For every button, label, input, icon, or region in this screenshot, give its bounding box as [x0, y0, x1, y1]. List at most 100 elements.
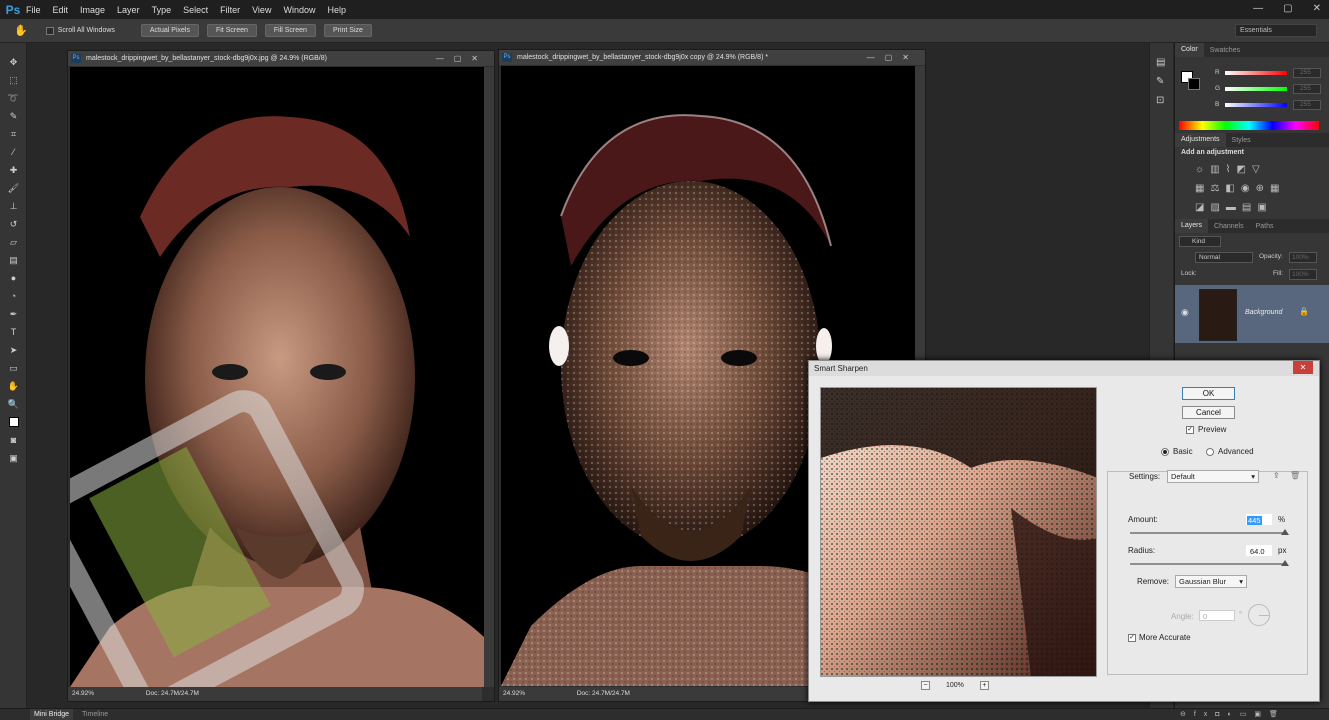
- quick-select-tool-icon[interactable]: ✎: [0, 107, 27, 125]
- radius-slider-knob[interactable]: [1281, 560, 1289, 566]
- marquee-tool-icon[interactable]: ⬚: [0, 71, 27, 89]
- zoom-tool-icon[interactable]: 🔍: [0, 395, 27, 413]
- invert-icon[interactable]: ◪: [1195, 202, 1210, 213]
- move-tool-icon[interactable]: ✥: [0, 53, 27, 71]
- workspace-select[interactable]: Essentials: [1235, 24, 1317, 37]
- hue-sat-icon[interactable]: ▦: [1195, 183, 1210, 194]
- crop-tool-icon[interactable]: ⌗: [0, 125, 27, 143]
- tab-swatches[interactable]: Swatches: [1204, 47, 1246, 54]
- menu-filter[interactable]: Filter: [220, 5, 240, 15]
- amount-slider-knob[interactable]: [1281, 529, 1289, 535]
- layer-thumbnail[interactable]: [1199, 289, 1237, 341]
- menu-view[interactable]: View: [252, 5, 271, 15]
- bw-icon[interactable]: ◧: [1225, 183, 1240, 194]
- photo-filter-icon[interactable]: ◉: [1241, 183, 1256, 194]
- shape-tool-icon[interactable]: ▭: [0, 359, 27, 377]
- maximize-button[interactable]: ▢: [1283, 3, 1292, 14]
- eraser-tool-icon[interactable]: ▱: [0, 233, 27, 251]
- menu-select[interactable]: Select: [183, 5, 208, 15]
- channel-value-field[interactable]: 255: [1293, 68, 1321, 78]
- cancel-button[interactable]: Cancel: [1182, 406, 1235, 419]
- tab-color[interactable]: Color: [1175, 43, 1204, 57]
- dodge-tool-icon[interactable]: ◔: [0, 287, 27, 305]
- menu-help[interactable]: Help: [327, 5, 346, 15]
- actual-pixels-button[interactable]: Actual Pixels: [140, 24, 199, 37]
- preview-checkbox[interactable]: ✓: [1186, 426, 1194, 434]
- hand-tool-icon[interactable]: ✋: [0, 377, 27, 395]
- zoom-in-button[interactable]: +: [979, 681, 989, 690]
- eyedropper-tool-icon[interactable]: ⁄: [0, 143, 27, 161]
- blend-mode-select[interactable]: Normal: [1195, 252, 1253, 263]
- menu-file[interactable]: File: [26, 5, 41, 15]
- color-swatch-icon[interactable]: [0, 413, 27, 431]
- gradient-tool-icon[interactable]: ▤: [0, 251, 27, 269]
- stamp-tool-icon[interactable]: ⊥: [0, 197, 27, 215]
- screen-mode-icon[interactable]: ▣: [0, 449, 27, 467]
- tab-layers[interactable]: Layers: [1175, 219, 1209, 233]
- document-tab-original[interactable]: Ps malestock_drippingwet_by_bellastanyer…: [68, 51, 494, 66]
- menu-image[interactable]: Image: [80, 5, 105, 15]
- ok-button[interactable]: OK: [1182, 387, 1235, 400]
- pen-tool-icon[interactable]: ✒: [0, 305, 27, 323]
- clone-panel-icon[interactable]: ⊡: [1156, 95, 1173, 106]
- channel-value-field[interactable]: 255: [1293, 84, 1321, 94]
- brush-tool-icon[interactable]: 🖌: [0, 179, 27, 197]
- canvas-original[interactable]: [70, 67, 484, 687]
- zoom-level[interactable]: 24.92%: [503, 690, 525, 697]
- levels-icon[interactable]: ▥: [1210, 164, 1225, 175]
- blur-tool-icon[interactable]: ●: [0, 269, 27, 287]
- visibility-eye-icon[interactable]: ◉: [1181, 307, 1189, 318]
- zoom-level[interactable]: 24.92%: [72, 690, 94, 697]
- channel-mixer-icon[interactable]: ⊕: [1256, 183, 1270, 194]
- zoom-out-button[interactable]: −: [921, 681, 930, 690]
- vibrance-icon[interactable]: ▽: [1252, 164, 1266, 175]
- posterize-icon[interactable]: ▨: [1210, 202, 1225, 213]
- channel-slider[interactable]: [1225, 103, 1287, 107]
- layer-actions-icons[interactable]: ⊖fx◘◐▭▣🗑: [1180, 709, 1286, 720]
- amount-field[interactable]: 445: [1246, 514, 1272, 525]
- document-tab-copy[interactable]: Ps malestock_drippingwet_by_bellastanyer…: [499, 50, 925, 65]
- menu-layer[interactable]: Layer: [117, 5, 140, 15]
- brightness-icon[interactable]: ☼: [1195, 164, 1210, 175]
- exposure-icon[interactable]: ◩: [1237, 164, 1252, 175]
- selective-color-icon[interactable]: ▣: [1257, 202, 1272, 213]
- gradient-map-icon[interactable]: ▤: [1242, 202, 1257, 213]
- fill-screen-button[interactable]: Fill Screen: [264, 24, 316, 37]
- scroll-all-checkbox[interactable]: [45, 27, 54, 36]
- basic-radio[interactable]: [1161, 448, 1169, 456]
- fill-field[interactable]: 100%: [1289, 269, 1317, 280]
- tab-mini-bridge[interactable]: Mini Bridge: [30, 709, 74, 720]
- kind-filter[interactable]: Kind: [1179, 236, 1221, 247]
- tab-paths[interactable]: Paths: [1250, 223, 1280, 230]
- radius-slider-track[interactable]: [1130, 563, 1286, 565]
- history-brush-icon[interactable]: ↺: [0, 215, 27, 233]
- type-tool-icon[interactable]: T: [0, 323, 27, 341]
- hand-tool-icon[interactable]: ✋: [14, 24, 28, 37]
- remove-dropdown[interactable]: Gaussian Blur ▾: [1175, 575, 1247, 588]
- menu-window[interactable]: Window: [283, 5, 315, 15]
- channel-slider[interactable]: [1225, 71, 1287, 75]
- tab-timeline[interactable]: Timeline: [82, 709, 108, 720]
- layer-row-background[interactable]: ◉ Background 🔒: [1175, 285, 1329, 343]
- color-spectrum[interactable]: [1179, 121, 1319, 130]
- delete-preset-icon[interactable]: 🗑: [1290, 471, 1300, 480]
- healing-tool-icon[interactable]: ✚: [0, 161, 27, 179]
- save-preset-icon[interactable]: ⇪: [1273, 471, 1280, 480]
- threshold-icon[interactable]: ▬: [1226, 202, 1242, 213]
- channel-slider[interactable]: [1225, 87, 1287, 91]
- vertical-scrollbar[interactable]: [484, 67, 494, 687]
- dialog-close-button[interactable]: ✕: [1293, 361, 1313, 374]
- amount-slider-track[interactable]: [1130, 532, 1286, 534]
- advanced-radio[interactable]: [1206, 448, 1214, 456]
- background-color-swatch[interactable]: [1188, 78, 1200, 90]
- doc-window-controls[interactable]: —▢✕: [867, 50, 919, 65]
- settings-dropdown[interactable]: Default ▾: [1167, 470, 1259, 483]
- minimize-button[interactable]: —: [1253, 3, 1263, 14]
- quick-mask-icon[interactable]: ◙: [0, 431, 27, 449]
- preview-pane[interactable]: [820, 387, 1097, 677]
- tab-channels[interactable]: Channels: [1208, 223, 1250, 230]
- layer-name[interactable]: Background: [1245, 309, 1282, 316]
- tab-styles[interactable]: Styles: [1226, 137, 1257, 144]
- menu-type[interactable]: Type: [152, 5, 172, 15]
- opacity-field[interactable]: 100%: [1289, 252, 1317, 263]
